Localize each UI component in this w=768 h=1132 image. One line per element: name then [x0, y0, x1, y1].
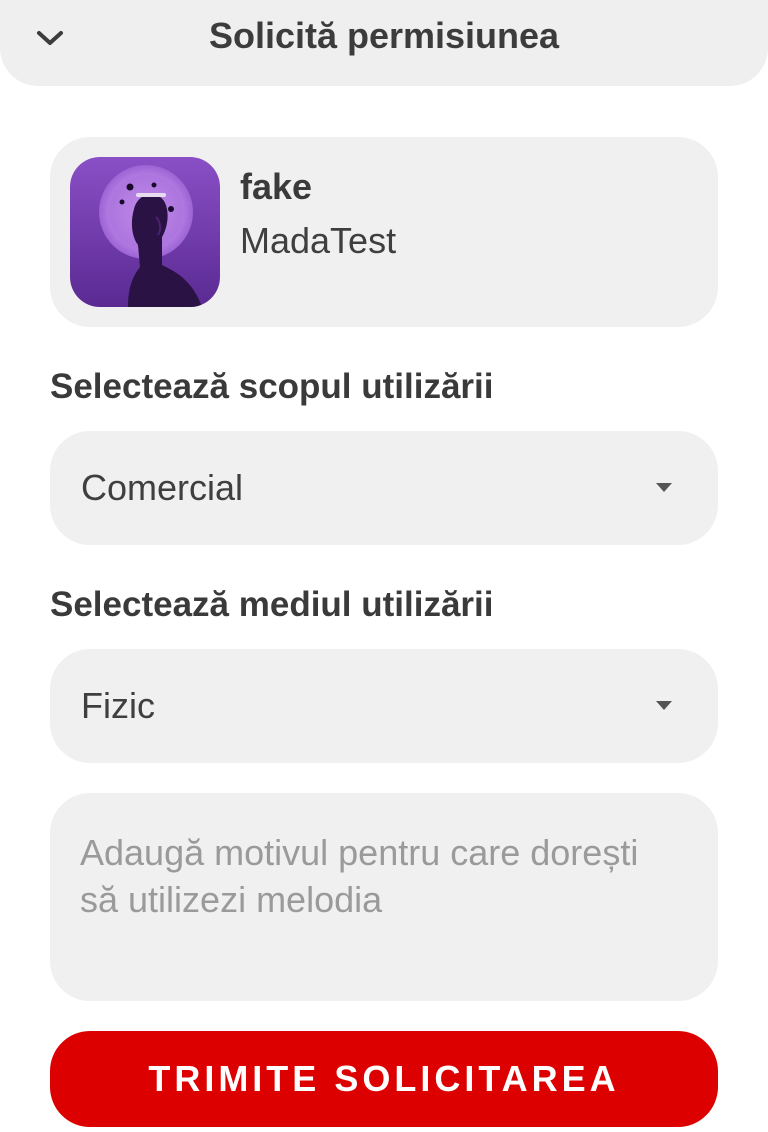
usage-medium-select[interactable]: Fizic — [50, 649, 718, 763]
usage-purpose-label: Selectează scopul utilizării — [50, 367, 494, 406]
reason-input[interactable] — [80, 829, 680, 979]
dialog-header: Solicită permisiunea — [0, 0, 768, 86]
usage-medium-label: Selectează mediul utilizării — [50, 585, 494, 624]
reason-field — [50, 793, 718, 1001]
dropdown-arrow-icon — [656, 701, 672, 710]
usage-purpose-value: Comercial — [81, 467, 244, 508]
submit-request-button[interactable]: TRIMITE SOLICITAREA — [50, 1031, 718, 1127]
usage-medium-value: Fizic — [81, 685, 155, 726]
page-title: Solicită permisiunea — [208, 15, 560, 56]
dropdown-arrow-icon — [656, 483, 672, 492]
album-cover-image — [70, 157, 220, 307]
song-title: fake — [240, 166, 313, 207]
song-card: fake MadaTest — [50, 137, 718, 327]
song-artist: MadaTest — [240, 220, 397, 261]
usage-purpose-select[interactable]: Comercial — [50, 431, 718, 545]
